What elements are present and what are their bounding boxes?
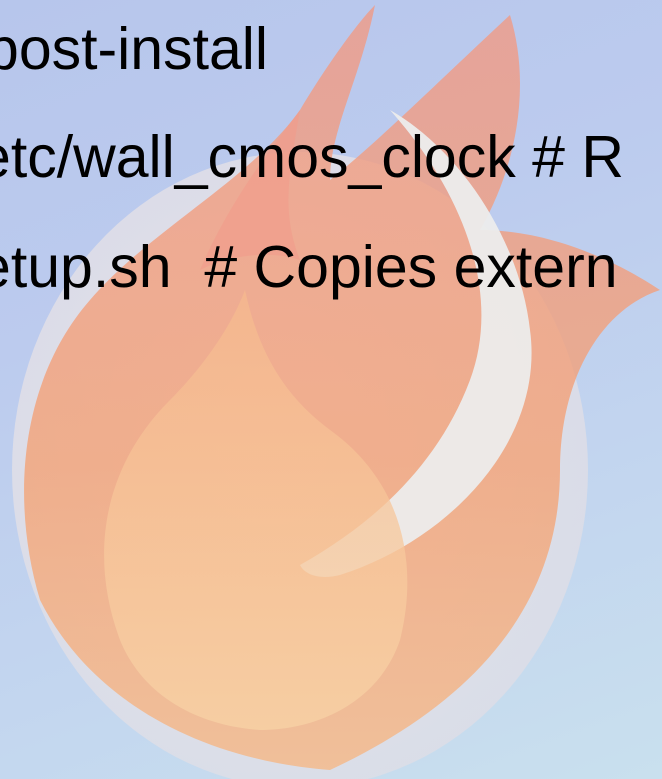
text-line: etc/wall_cmos_clock # R — [0, 124, 624, 190]
text-line: post-install — [0, 16, 269, 82]
terminal-text-area: post-install etc/wall_cmos_clock # R etu… — [0, 0, 662, 779]
desktop-background: { "wallpaper": { "icon": "flame-logo-ico… — [0, 0, 662, 779]
text-line: etup.sh # Copies extern — [0, 234, 618, 300]
